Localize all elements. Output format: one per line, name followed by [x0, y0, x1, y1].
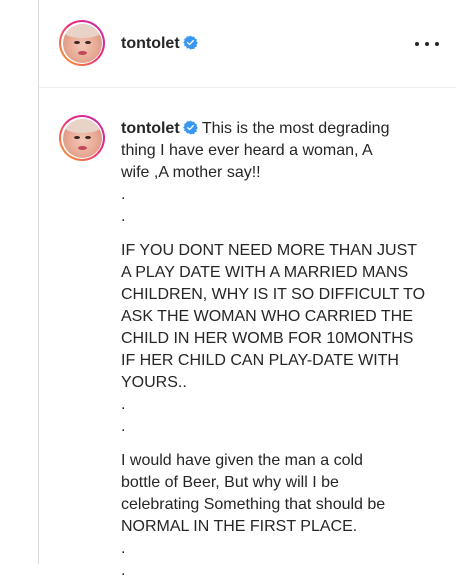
caption-dot-line: .: [121, 396, 126, 413]
caption-line: thing I have ever heard a woman, A: [121, 142, 373, 159]
caption-profile-photo: [62, 118, 102, 158]
caption-text-start: This is the most degrading: [201, 120, 390, 137]
caption-avatar[interactable]: [59, 115, 105, 161]
caption-line: CHILD IN HER WOMB FOR 10MONTHS: [121, 330, 414, 347]
profile-photo: [62, 23, 102, 63]
caption-dot-line: .: [121, 208, 126, 225]
caption-first-line: tontolet This is the most degrading: [121, 118, 451, 140]
caption-verified-badge-icon: [182, 120, 198, 135]
caption-dot-line: .: [121, 418, 126, 435]
verified-badge-icon: [182, 35, 198, 50]
caption-line: celebrating Something that should be: [121, 496, 386, 513]
caption-line: A PLAY DATE WITH A MARRIED MANS: [121, 264, 409, 281]
caption-line: wife ,A mother say!!: [121, 164, 261, 181]
caption-dot-line: .: [121, 540, 126, 557]
caption-line: YOURS..: [121, 374, 187, 391]
caption-line: bottle of Beer, But why will I be: [121, 474, 339, 491]
caption-line: IF YOU DONT NEED MORE THAN JUST: [121, 242, 418, 259]
header-username-row: tontolet: [121, 35, 198, 53]
post-header: tontolet: [39, 0, 456, 88]
caption-line: CHILDREN, WHY IS IT SO DIFFICULT TO: [121, 286, 426, 303]
header-username[interactable]: tontolet: [121, 35, 180, 52]
post-panel: tontolet tontolet This is the most degra…: [38, 0, 456, 579]
more-options-icon[interactable]: [415, 34, 439, 54]
caption-line: ASK THE WOMAN WHO CARRIED THE: [121, 308, 413, 325]
caption-username[interactable]: tontolet: [121, 120, 180, 137]
caption-line: NORMAL IN THE FIRST PLACE.: [121, 518, 358, 535]
caption-line: IF HER CHILD CAN PLAY-DATE WITH: [121, 352, 399, 369]
caption-line: I would have given the man a cold: [121, 452, 363, 469]
post-caption: tontolet This is the most degrading thin…: [121, 118, 451, 582]
caption-dot-line: .: [121, 186, 126, 203]
avatar[interactable]: [59, 20, 105, 66]
caption-dot-line: .: [121, 562, 126, 579]
